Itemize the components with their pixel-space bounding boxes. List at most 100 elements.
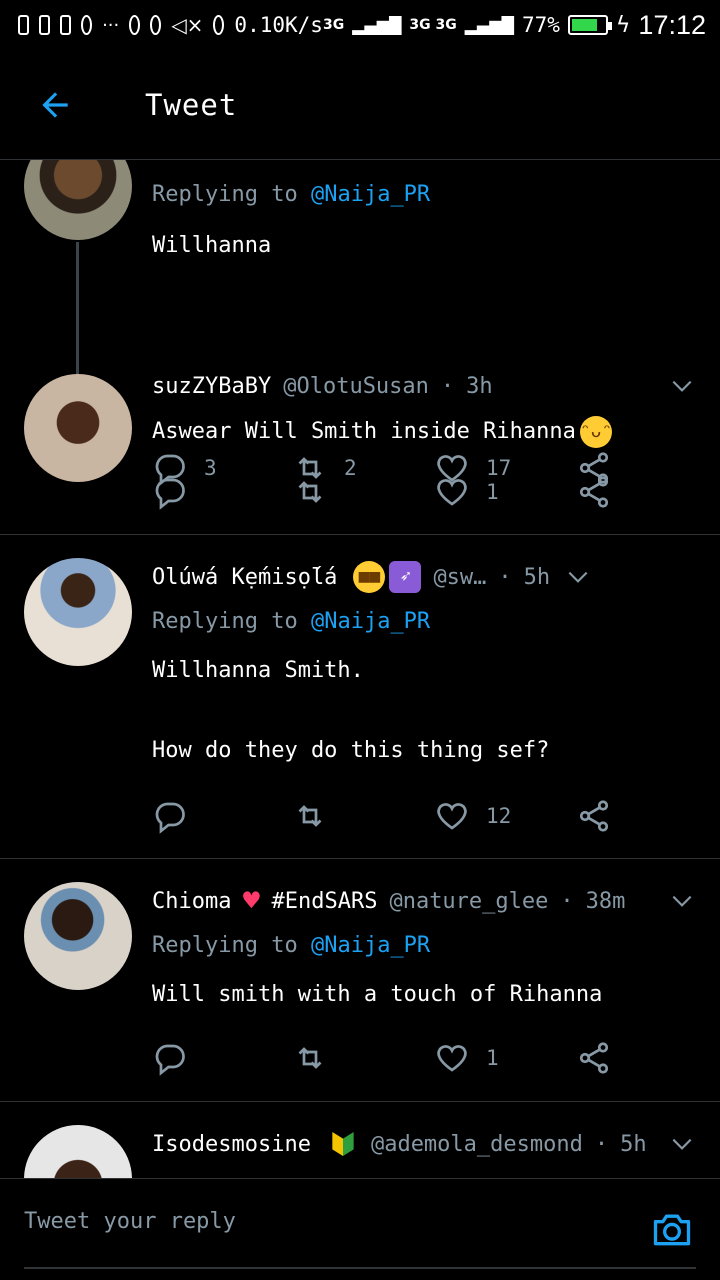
share-button[interactable] [576,798,612,834]
display-name[interactable]: Chioma [152,889,231,914]
mute-icon: ◁× [171,13,204,37]
tweet-text: Will smith with a touch of Rihanna [152,982,603,1007]
mention-link[interactable]: @Naija_PR [311,933,430,958]
tweet-actions: 12 [152,798,622,838]
retweet-icon [298,481,322,503]
retweet-button[interactable] [292,1040,328,1076]
tweet-item[interactable]: Olúwá Kẹ́misọ́lá ■■ ➶ @sw… · 5h Replying… [0,535,720,858]
chevron-down-icon [672,895,692,907]
user-handle[interactable]: @ademola_desmond [371,1132,583,1157]
tweet-time: 38m [585,888,626,914]
display-name[interactable]: Olúwá Kẹ́misọ́lá [152,565,337,590]
heart-icon [437,1045,467,1072]
reply-input[interactable]: Tweet your reply [24,1209,236,1234]
retweet-button[interactable] [292,798,328,834]
back-button[interactable] [0,50,110,160]
battery-percent: 77% [521,13,560,37]
tweet-item[interactable]: suzZYBaBY @OlotuSusan · 3h Aswear Will S… [0,360,720,534]
separator-dot: · [560,888,574,914]
tweet-header: Isodesmosine @ademola_desmond · 5h [152,1128,696,1160]
hashtag-link[interactable]: #EndSARS [271,889,377,914]
avatar[interactable] [24,882,132,990]
avatar[interactable] [24,374,132,482]
reply-button[interactable] [152,474,188,510]
mention-link[interactable]: @Naija_PR [311,609,430,634]
reply-icon [155,802,185,834]
share-button[interactable] [576,474,612,510]
tweet-menu-button[interactable] [668,1130,696,1158]
tweet-header: Chioma ♥ #EndSARS @nature_glee · 38m [152,885,696,917]
signal-bars-1-icon: ▂▄▆█ [352,15,402,35]
tweet-menu-button[interactable] [668,887,696,915]
like-count: 1 [486,1046,499,1070]
tweet-text: Aswear Will Smith inside Rihanna ᵔᴗᵔ [152,412,680,452]
heart-icon [437,479,467,506]
reply-bar: Tweet your reply [0,1178,720,1280]
signal-2-icon: 3G 3G [409,17,457,33]
camera-icon[interactable] [650,1207,694,1251]
gallery-icon [18,15,30,35]
like-count: 1 [486,480,499,504]
network-speed: 0.10K/s [234,13,323,37]
retweet-icon [298,805,322,827]
retweet-icon [298,1047,322,1069]
tweet-header: suzZYBaBY @OlotuSusan · 3h [152,372,696,400]
mention-link[interactable]: @Naija_PR [311,182,430,207]
display-name[interactable]: suzZYBaBY [152,374,271,399]
chevron-down-icon [672,1138,692,1150]
clock: 17:12 [638,9,706,40]
voice-icon [129,15,141,35]
alarm-icon [213,15,225,35]
display-name[interactable]: Isodesmosine [152,1132,311,1157]
heart-icon [437,803,467,830]
user-handle[interactable]: @sw… [433,565,486,590]
tweet-menu-button[interactable] [668,372,696,400]
like-button[interactable]: 1 [434,474,499,510]
avatar[interactable] [24,1125,132,1178]
signal-bars-2-icon: ▂▄▆█ [464,15,514,35]
arrow-left-icon [42,91,68,118]
share-icon [579,800,609,832]
chevron-down-icon [568,571,588,583]
tweet-feed[interactable]: Replying to @Naija_PR Willhanna 3 2 17 s… [0,160,720,1178]
like-button[interactable]: 1 [434,1040,499,1076]
signal-1-icon: 3G [322,17,345,33]
separator-dot: · [498,564,512,590]
tweet-time: 5h [523,564,551,590]
tweet-time: 3h [466,373,493,399]
separator-dot: · [440,373,455,399]
replying-to: Replying to @Naija_PR [152,609,431,634]
tweet-time: 5h [620,1131,647,1157]
retweet-button[interactable] [292,474,328,510]
tweet-item[interactable]: Isodesmosine @ademola_desmond · 5h [0,1102,720,1178]
heart-rate-icon [81,15,93,35]
app-header: Tweet [0,50,720,160]
tweet-text: Willhanna [152,233,272,258]
like-count: 12 [486,804,512,828]
headphones-icon [150,15,162,35]
tweet-header: Olúwá Kẹ́misọ́lá ■■ ➶ @sw… · 5h [152,561,696,593]
battery-icon [567,15,612,35]
sunglasses-face-emoji: ■■ [353,561,386,593]
like-button[interactable]: 12 [434,798,511,834]
user-handle[interactable]: @OlotuSusan [283,374,429,399]
status-bar: ··· ◁× 0.10K/s 3G ▂▄▆█ 3G 3G ▂▄▆█ 77% ϟ … [0,0,720,50]
page-title: Tweet [145,87,238,122]
avatar[interactable] [24,160,132,240]
replying-to: Replying to @Naija_PR [152,933,431,958]
grinning-face-emoji: ᵔᴗᵔ [579,416,612,448]
user-handle[interactable]: @nature_glee [389,889,548,914]
more-notifications-icon: ··· [102,14,120,36]
sparkling-heart-emoji: ♥ [243,884,260,917]
charging-icon: ϟ [615,12,631,38]
share-button[interactable] [576,1040,612,1076]
reply-button[interactable] [152,798,188,834]
beginner-badge-emoji [327,1128,359,1160]
app-grid-icon [39,15,51,35]
reply-button[interactable] [152,1040,188,1076]
tweet-menu-button[interactable] [564,563,592,591]
chevron-down-icon [672,380,692,392]
avatar[interactable] [24,558,132,666]
tweet-actions: 1 [152,1040,622,1080]
tweet-item[interactable]: Chioma ♥ #EndSARS @nature_glee · 38m Rep… [0,859,720,1101]
